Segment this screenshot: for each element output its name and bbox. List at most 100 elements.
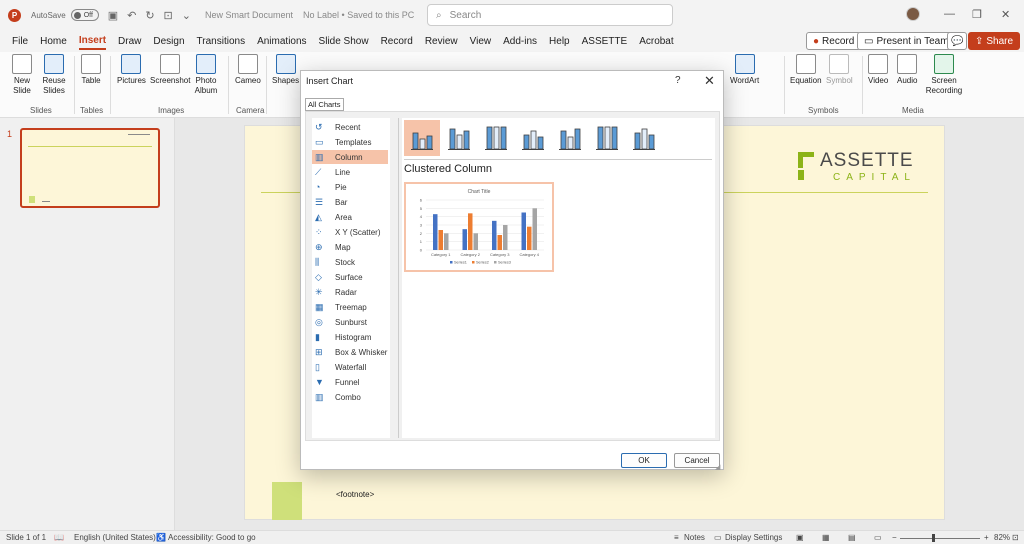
presenter-icon[interactable]: ⊡ xyxy=(164,9,173,22)
new-slide-button[interactable]: New Slide xyxy=(8,54,36,96)
group-separator xyxy=(74,56,75,114)
cameo-button[interactable]: Cameo xyxy=(235,54,261,86)
tab-record[interactable]: Record xyxy=(381,34,413,49)
equation-button[interactable]: Equation xyxy=(790,54,822,86)
tab-review[interactable]: Review xyxy=(425,34,458,49)
tab-file[interactable]: File xyxy=(12,34,28,49)
table-button[interactable]: Table xyxy=(81,54,101,86)
tab-draw[interactable]: Draw xyxy=(118,34,141,49)
chart-category-combo[interactable]: ▥ Combo xyxy=(312,390,388,404)
chart-category-waterfall[interactable]: ▯ Waterfall xyxy=(312,360,388,374)
chart-subtype-clustered-column[interactable] xyxy=(404,120,440,156)
group-separator xyxy=(784,56,785,114)
zoom-slider[interactable] xyxy=(900,538,980,539)
cancel-button[interactable]: Cancel xyxy=(674,453,720,468)
fit-to-window-icon[interactable]: ⊡ xyxy=(1012,533,1019,542)
ok-button[interactable]: OK xyxy=(621,453,667,468)
help-icon[interactable]: ? xyxy=(675,75,681,86)
reading-view-icon[interactable]: ▤ xyxy=(848,533,856,542)
document-title[interactable]: New Smart Document xyxy=(205,10,293,20)
redo-icon[interactable]: ↻ xyxy=(145,9,154,22)
display-settings-button[interactable]: Display Settings xyxy=(725,533,782,542)
notes-button[interactable]: Notes xyxy=(684,533,705,542)
chart-category-stock[interactable]: ⫼ Stock xyxy=(312,255,388,269)
chart-subtype-3d-column[interactable] xyxy=(626,120,662,156)
normal-view-icon[interactable]: ▣ xyxy=(796,533,804,542)
undo-icon[interactable]: ↶ xyxy=(127,9,136,22)
autosave-toggle[interactable]: Off xyxy=(70,9,99,21)
chart-category-line[interactable]: ⟋ Line xyxy=(312,165,388,179)
record-button[interactable]: ● Record xyxy=(806,32,862,50)
chart-category-pie[interactable]: ◔ Pie xyxy=(312,180,388,194)
resize-grip-icon[interactable]: ◢ xyxy=(715,463,720,471)
tab-all-charts[interactable]: All Charts xyxy=(305,98,344,111)
zoom-out-icon[interactable]: − xyxy=(892,533,897,542)
wordart-button[interactable]: WordArt xyxy=(730,54,759,86)
tab-home[interactable]: Home xyxy=(40,34,67,49)
chart-category-column[interactable]: ▥ Column xyxy=(312,150,388,164)
symbol-button[interactable]: Symbol xyxy=(826,54,853,86)
present-in-teams-button[interactable]: ▭ Present in Teams xyxy=(857,32,961,50)
tab-acrobat[interactable]: Acrobat xyxy=(639,34,673,49)
share-button[interactable]: ⇪ Share xyxy=(968,32,1021,50)
avatar[interactable] xyxy=(906,7,920,21)
photo-album-button[interactable]: Photo Album xyxy=(190,54,222,96)
chart-preview[interactable]: Chart Title 0 1 2 3 4 5 6 Category 1 Category 2 Ca… xyxy=(404,182,554,272)
save-icon[interactable]: ▣ xyxy=(108,9,118,22)
tab-animations[interactable]: Animations xyxy=(257,34,306,49)
close-icon[interactable]: ✕ xyxy=(704,73,715,89)
reuse-slides-button[interactable]: Reuse Slides xyxy=(40,54,68,96)
zoom-slider-thumb[interactable] xyxy=(932,534,935,542)
tab-help[interactable]: Help xyxy=(549,34,570,49)
comments-button[interactable]: 💬 xyxy=(947,32,968,50)
chart-category-treemap[interactable]: ▦ Treemap xyxy=(312,300,388,314)
chart-category-templates[interactable]: ▭ Templates xyxy=(312,135,388,149)
video-button[interactable]: Video xyxy=(868,54,888,86)
chart-category-box-whisker[interactable]: ⊞ Box & Whisker xyxy=(312,345,388,359)
chart-subtype-3d-clustered-column[interactable] xyxy=(515,120,551,156)
minimize-icon[interactable]: — xyxy=(944,8,955,20)
chart-subtype-3d-percent-stacked-column[interactable] xyxy=(589,120,625,156)
chart-category-recent[interactable]: ↺ Recent xyxy=(312,120,388,134)
chart-subtype-3d-stacked-column[interactable] xyxy=(552,120,588,156)
label-status[interactable]: No Label • Saved to this PC xyxy=(303,10,414,20)
slide-sorter-icon[interactable]: ▦ xyxy=(822,533,830,542)
tab-slide-show[interactable]: Slide Show xyxy=(319,34,369,49)
tab-view[interactable]: View xyxy=(470,34,492,49)
tab-add-ins[interactable]: Add-ins xyxy=(503,34,537,49)
chart-category-sunburst[interactable]: ◎ Sunburst xyxy=(312,315,388,329)
slide-thumbnail[interactable] xyxy=(20,128,160,208)
zoom-level[interactable]: 82% xyxy=(994,533,1010,542)
spelling-icon[interactable]: 📖 xyxy=(54,533,64,542)
status-bar: Slide 1 of 1 📖 English (United States) ♿… xyxy=(0,530,1024,544)
accessibility-status[interactable]: Accessibility: Good to go xyxy=(168,533,256,542)
search-input[interactable]: ⌕ Search xyxy=(427,4,673,26)
chart-category-surface[interactable]: ◇ Surface xyxy=(312,270,388,284)
chart-category-radar[interactable]: ✳ Radar xyxy=(312,285,388,299)
customize-icon[interactable]: ⌄ xyxy=(182,9,191,22)
chart-subtype-percent-stacked-column[interactable] xyxy=(478,120,514,156)
chart-subtype-stacked-column[interactable] xyxy=(441,120,477,156)
screenshot-button[interactable]: Screenshot xyxy=(150,54,190,86)
chart-category-histogram[interactable]: ▮ Histogram xyxy=(312,330,388,344)
zoom-in-icon[interactable]: + xyxy=(984,533,989,542)
chart-category-x-y-scatter-[interactable]: ⁘ X Y (Scatter) xyxy=(312,225,388,239)
equation-icon xyxy=(795,54,816,74)
close-window-icon[interactable]: ✕ xyxy=(1001,8,1010,21)
pictures-button[interactable]: Pictures xyxy=(117,54,146,86)
language[interactable]: English (United States) xyxy=(74,533,156,542)
shapes-button[interactable]: Shapes xyxy=(272,54,299,86)
audio-button[interactable]: Audio xyxy=(897,54,917,86)
footnote-placeholder[interactable]: <footnote> xyxy=(336,490,374,499)
chart-category-area[interactable]: ◭ Area xyxy=(312,210,388,224)
chart-category-map[interactable]: ⊕ Map xyxy=(312,240,388,254)
tab-design[interactable]: Design xyxy=(153,34,184,49)
slideshow-view-icon[interactable]: ▭ xyxy=(874,533,882,542)
chart-category-bar[interactable]: ☰ Bar xyxy=(312,195,388,209)
tab-assette[interactable]: ASSETTE xyxy=(582,34,628,49)
restore-icon[interactable]: ❐ xyxy=(972,8,982,21)
tab-insert[interactable]: Insert xyxy=(78,33,107,50)
tab-transitions[interactable]: Transitions xyxy=(197,34,246,49)
chart-category-funnel[interactable]: ▼ Funnel xyxy=(312,375,388,389)
screen-recording-button[interactable]: Screen Recording xyxy=(924,54,964,96)
